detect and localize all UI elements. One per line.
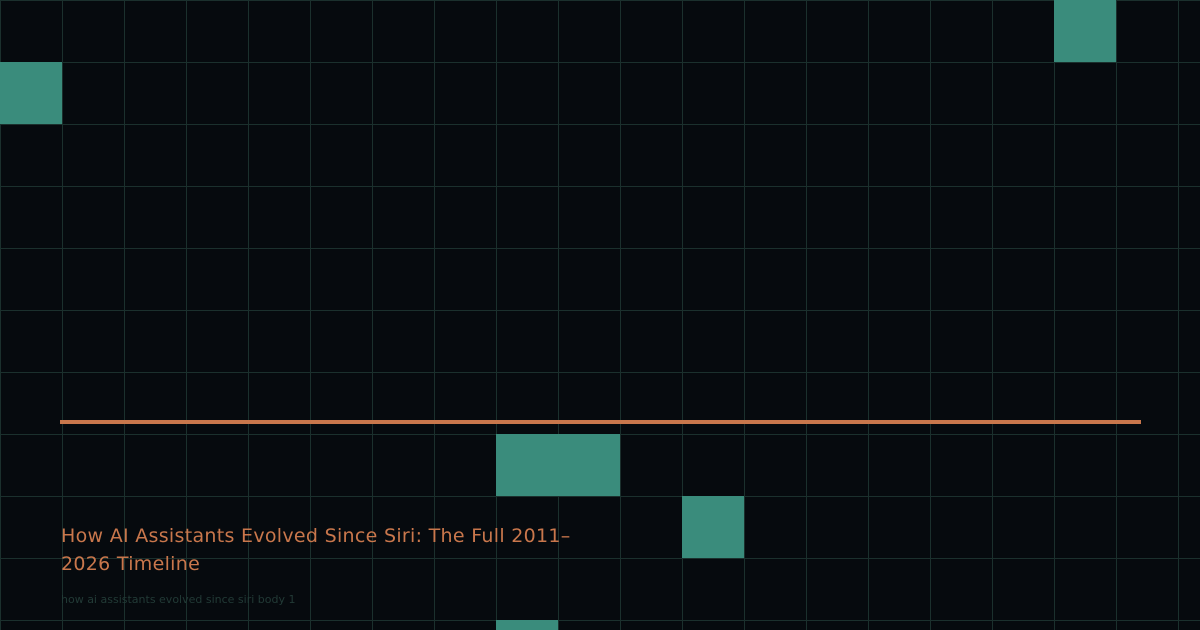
page-title: How AI Assistants Evolved Since Siri: Th… [61, 525, 571, 575]
grid-tile [496, 434, 620, 496]
accent-divider [60, 420, 1141, 424]
grid-tile [682, 496, 744, 558]
body-text: how ai assistants evolved since siri bod… [61, 593, 296, 606]
grid-tile [1054, 0, 1116, 62]
grid-tile [0, 62, 62, 124]
grid-tile [496, 620, 558, 630]
hero-canvas: How AI Assistants Evolved Since Siri: Th… [0, 0, 1200, 630]
